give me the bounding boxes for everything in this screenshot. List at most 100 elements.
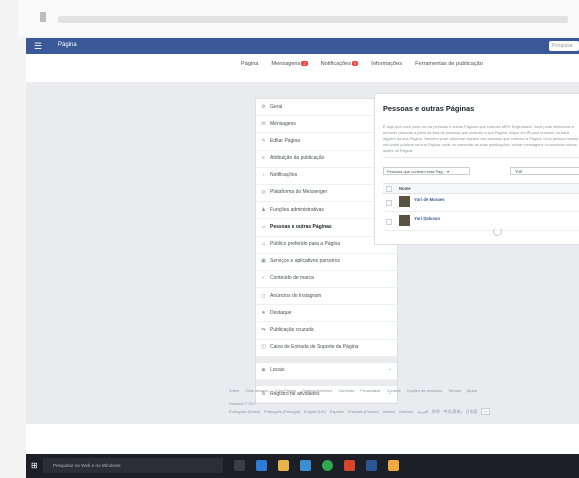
sidebar-item-label: Mensagens bbox=[270, 120, 296, 127]
filter-dropdown[interactable]: Pessoas que curtiram esta Pág... ▾ bbox=[383, 167, 470, 175]
footer-link[interactable]: Ajuda bbox=[467, 388, 477, 393]
sidebar-item-15[interactable]: ◉ Locais + bbox=[256, 363, 397, 380]
address-bar[interactable] bbox=[58, 16, 568, 23]
notification-badge: 9 bbox=[352, 61, 359, 66]
sidebar-item-12[interactable]: ★ Destaque bbox=[256, 305, 397, 323]
admin-icon: ♟ bbox=[261, 206, 266, 213]
tab-label: Mensagens bbox=[271, 61, 301, 67]
sidebar-item-9[interactable]: ▣ Serviços e aplicativos parceiros bbox=[256, 254, 397, 271]
avatar[interactable] bbox=[399, 215, 410, 226]
folder-icon[interactable] bbox=[278, 460, 289, 471]
sidebar-item-label: Pessoas e outras Páginas bbox=[270, 223, 332, 230]
tab-0[interactable]: Página bbox=[241, 61, 258, 67]
inbox-icon: ◫ bbox=[261, 344, 266, 351]
table-row: Yuri Dalsson bbox=[383, 212, 579, 231]
people-search-input[interactable]: Yuri bbox=[510, 167, 579, 175]
panel-title: Pessoas e outras Páginas bbox=[383, 104, 475, 113]
sidebar-item-label: Serviços e aplicativos parceiros bbox=[270, 258, 341, 265]
sidebar-item-label: Notificações bbox=[270, 172, 298, 179]
language-link[interactable]: Português (Brasil) bbox=[229, 409, 260, 414]
people-panel: Pessoas e outras Páginas É aqui que você… bbox=[374, 93, 579, 245]
footer-link[interactable]: Termos bbox=[448, 388, 461, 393]
menu-icon[interactable]: ☰ bbox=[34, 41, 42, 52]
audience-icon: ☺ bbox=[261, 241, 267, 247]
search-input[interactable]: Pesquisa bbox=[549, 41, 579, 51]
language-link[interactable]: English (US) bbox=[304, 409, 326, 414]
row-checkbox[interactable] bbox=[386, 219, 392, 225]
loading-spinner-icon bbox=[493, 227, 502, 236]
tab-2[interactable]: Notificações 9 bbox=[321, 61, 359, 67]
app-icon[interactable] bbox=[344, 460, 355, 471]
sidebar-item-label: Caixa de Entrada de Suporte da Página bbox=[270, 344, 359, 351]
divider bbox=[383, 157, 579, 158]
footer-link[interactable]: Sobre bbox=[229, 388, 239, 393]
task-view-icon[interactable] bbox=[234, 460, 245, 471]
locale-icon: ◉ bbox=[261, 367, 266, 374]
sidebar-item-label: Geral bbox=[270, 103, 283, 110]
word-icon[interactable] bbox=[366, 460, 377, 471]
expand-icon[interactable]: + bbox=[388, 363, 391, 379]
app-icon-2[interactable] bbox=[388, 460, 399, 471]
language-link[interactable]: Español bbox=[330, 409, 344, 414]
sidebar-item-14[interactable]: ◫ Caixa de Entrada de Suporte da Página bbox=[256, 340, 397, 357]
footer-link[interactable]: Desenvolvedores bbox=[302, 388, 332, 393]
branded-icon: ✓ bbox=[261, 275, 266, 282]
page-name[interactable]: Página bbox=[58, 42, 77, 48]
table-row: Yuri de Moraes bbox=[383, 193, 579, 212]
tab-4[interactable]: Ferramentas de publicação bbox=[415, 61, 483, 67]
copyright: Facebook © 2017 bbox=[229, 402, 256, 406]
notification-badge: 2 bbox=[301, 61, 308, 66]
sidebar-item-13[interactable]: ⇆ Publicação cruzada bbox=[256, 322, 397, 340]
panel-description: É aqui que você pode ver as pessoas e ou… bbox=[383, 124, 579, 153]
edit-icon: ✎ bbox=[261, 137, 266, 144]
windows-taskbar: ⊞ Pesquisar na Web e no Windows bbox=[26, 454, 579, 478]
sidebar-item-label: Locais bbox=[270, 367, 285, 374]
tab-1[interactable]: Mensagens 2 bbox=[271, 61, 308, 67]
message-icon: ✉ bbox=[261, 120, 266, 127]
sidebar-item-label: Editar Página bbox=[270, 137, 301, 144]
browser-back-icon[interactable] bbox=[40, 12, 46, 22]
more-languages-button[interactable]: + bbox=[481, 408, 490, 415]
select-all-checkbox[interactable] bbox=[386, 186, 392, 192]
windows-start-icon[interactable]: ⊞ bbox=[31, 461, 38, 470]
footer-link[interactable]: Privacidade bbox=[360, 388, 380, 393]
sidebar-item-label: Publicação cruzada bbox=[270, 326, 314, 333]
star-icon: ★ bbox=[261, 309, 266, 316]
crosspost-icon: ⇆ bbox=[261, 326, 266, 333]
name-column-header: Nome bbox=[399, 186, 411, 191]
sidebar-item-label: Plataforma do Messenger bbox=[270, 189, 328, 196]
sidebar-item-label: Público preferido para a Página bbox=[270, 241, 341, 247]
footer-link[interactable]: Carreiras bbox=[338, 388, 354, 393]
footer-link[interactable]: Criar Página bbox=[275, 388, 297, 393]
sidebar-item-label: Anúncios do Instagram bbox=[270, 292, 322, 299]
language-link[interactable]: 中文(简体) bbox=[443, 409, 461, 415]
language-link[interactable]: 日本語 bbox=[466, 409, 478, 415]
footer-link[interactable]: Opções de anúncios bbox=[407, 388, 442, 393]
tab-3[interactable]: Informações bbox=[371, 61, 402, 67]
edge-icon[interactable] bbox=[256, 460, 267, 471]
language-link[interactable]: Italiano bbox=[383, 409, 396, 414]
language-link[interactable]: العربية bbox=[417, 409, 428, 414]
footer-link[interactable]: Cookies bbox=[387, 388, 401, 393]
footer-link[interactable]: Criar anúncio bbox=[245, 388, 268, 393]
language-link[interactable]: Français (France) bbox=[348, 409, 379, 414]
row-checkbox[interactable] bbox=[386, 200, 392, 206]
person-name-link[interactable]: Yuri Dalsson bbox=[414, 216, 440, 221]
taskbar-search-input[interactable]: Pesquisar na Web e no Windows bbox=[43, 458, 223, 473]
sidebar-item-label: Funções administrativas bbox=[270, 206, 324, 213]
language-link[interactable]: हिन्दी bbox=[432, 409, 439, 415]
tab-label: Notificações bbox=[320, 61, 352, 67]
sidebar-item-10[interactable]: ✓ Conteúdo de marca bbox=[256, 271, 397, 289]
language-link[interactable]: Deutsch bbox=[399, 409, 413, 414]
page-tabs: Página Mensagens 2 Notificações 9 Informações… bbox=[241, 59, 483, 69]
store-icon[interactable] bbox=[300, 460, 311, 471]
chrome-icon[interactable] bbox=[322, 460, 333, 471]
sidebar-item-label: Destaque bbox=[270, 309, 292, 316]
gear-icon: ⚙ bbox=[261, 103, 266, 110]
sidebar-item-11[interactable]: ◻ Anúncios do Instagram bbox=[256, 288, 397, 306]
avatar[interactable] bbox=[399, 196, 410, 207]
language-link[interactable]: Português (Portugal) bbox=[264, 409, 300, 414]
language-list: Português (Brasil) Português (Portugal) En… bbox=[229, 408, 490, 415]
messenger-icon: ◎ bbox=[261, 189, 266, 196]
person-name-link[interactable]: Yuri de Moraes bbox=[414, 197, 445, 202]
